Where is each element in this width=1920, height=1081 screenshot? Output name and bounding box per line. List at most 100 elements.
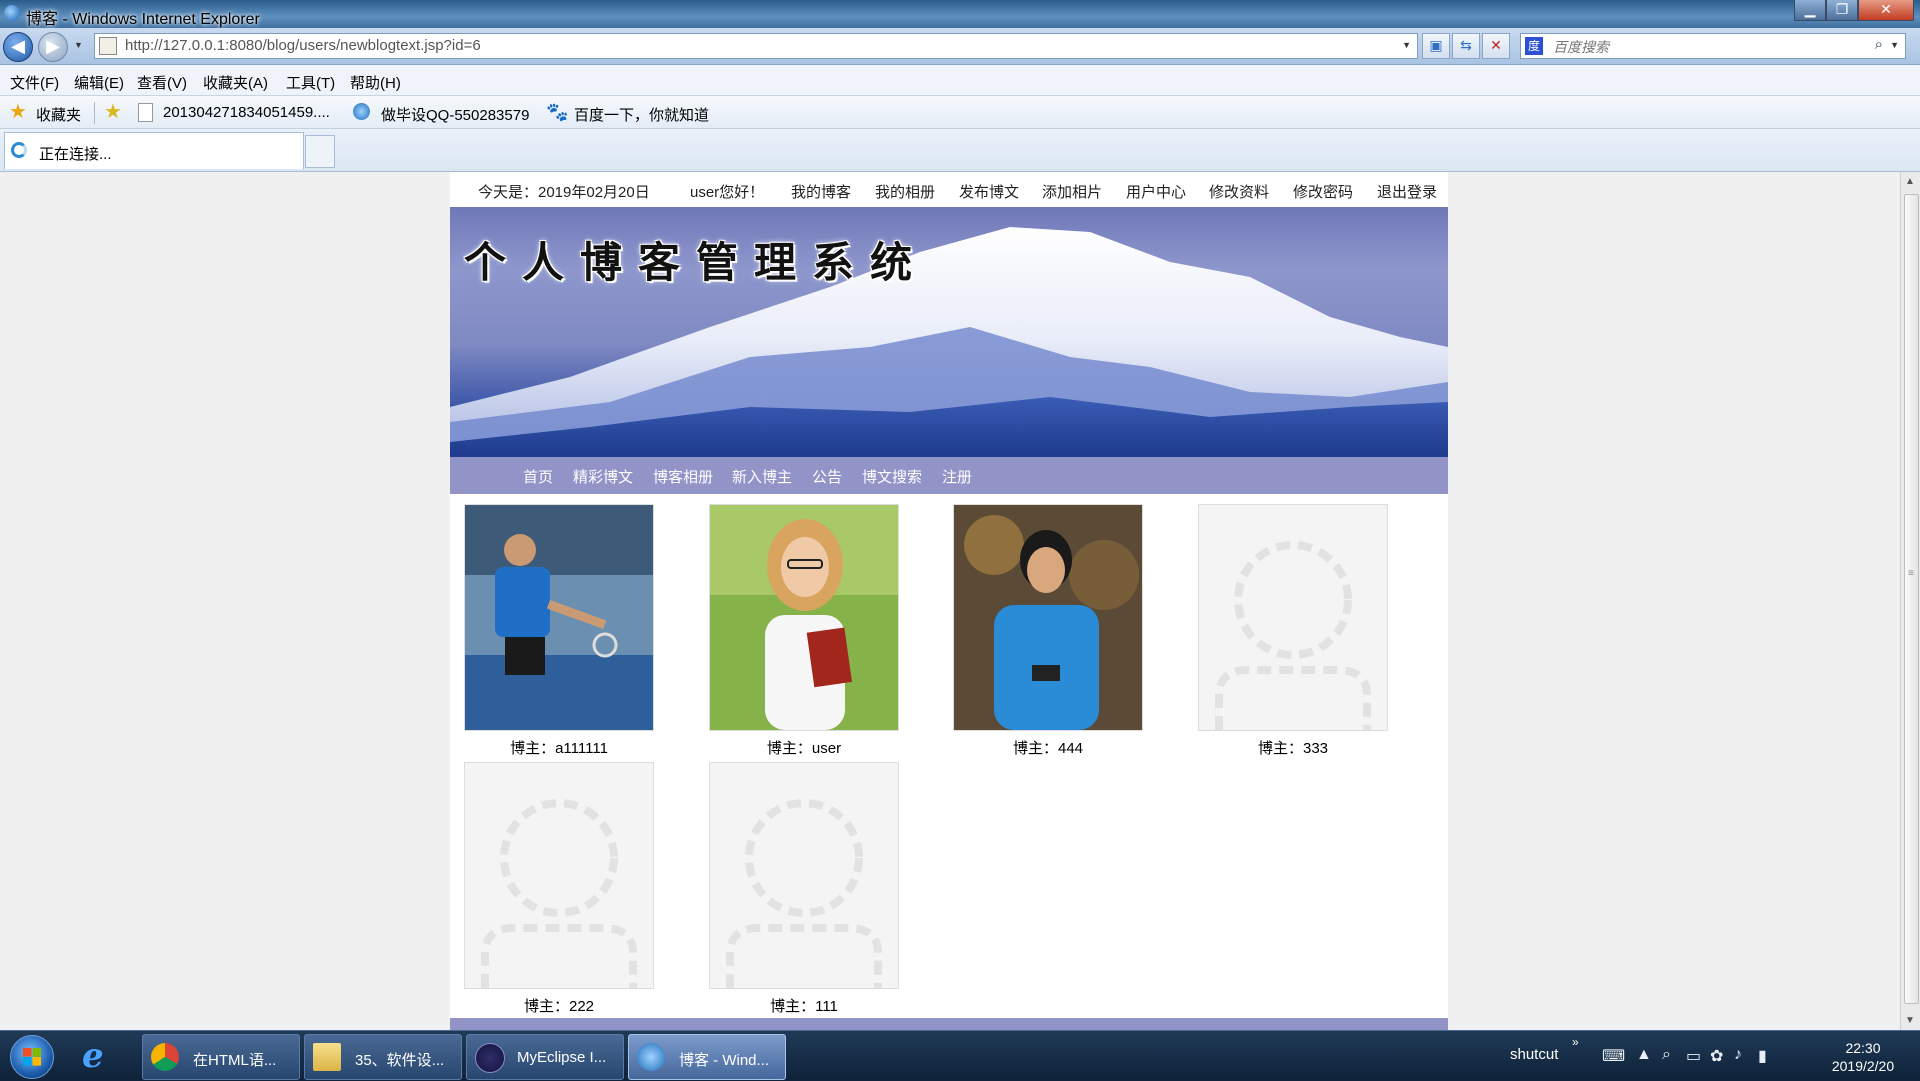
page-icon [99,37,117,55]
url-text[interactable]: http://127.0.0.1:8080/blog/users/newblog… [125,37,481,54]
volume-icon[interactable]: ♪ [1734,1046,1742,1064]
tab-bar: 正在连接... [0,129,1920,172]
nav-change-password[interactable]: 修改密码 [1293,181,1353,202]
vertical-scrollbar[interactable]: ▲ ≡ ▼ [1900,172,1920,1030]
mainnav-announcements[interactable]: 公告 [812,466,842,487]
search-placeholder[interactable]: 百度搜索 [1553,37,1609,57]
nav-my-album[interactable]: 我的相册 [875,181,935,202]
scroll-down-icon[interactable]: ▼ [1905,1015,1915,1026]
badminton-player-photo[interactable] [464,504,654,731]
ie-pinned-icon[interactable]: e [82,1039,118,1073]
favorites-button[interactable]: 收藏夹 [36,104,81,125]
default-avatar[interactable] [464,762,654,989]
clock[interactable]: 22:30 2019/2/20 [1808,1039,1918,1075]
nav-add-photo[interactable]: 添加相片 [1042,181,1102,202]
blogger-card[interactable]: 博主：333 [1198,504,1388,758]
mainnav-post-search[interactable]: 博文搜索 [862,466,922,487]
default-avatar[interactable] [1198,504,1388,731]
ie-icon [637,1043,665,1071]
new-tab-button[interactable] [305,135,335,168]
menu-file[interactable]: 文件(F) [10,72,59,93]
tab-current[interactable]: 正在连接... [4,132,304,169]
user-top-nav: 今天是：2019年02月20日 user您好！ 我的博客 我的相册 发布博文 添… [450,172,1448,207]
young-man-with-phone-photo[interactable] [953,504,1143,731]
nav-user-center[interactable]: 用户中心 [1126,181,1186,202]
windows-taskbar: e 在HTML语... 35、软件设... MyEclipse I... 博客 … [0,1030,1920,1081]
task-label: 35、软件设... [355,1052,445,1069]
main-nav-bar: 首页 精彩博文 博客相册 新入博主 公告 博文搜索 注册 [450,457,1448,494]
favorite-link-1[interactable]: 201304271834051459.... [163,104,330,121]
scroll-up-icon[interactable]: ▲ [1905,176,1915,187]
taskbar-ie[interactable]: 博客 - Wind... [628,1034,786,1080]
blogger-card[interactable]: 博主：222 [464,762,654,1016]
nav-my-blog[interactable]: 我的博客 [791,181,851,202]
search-icon[interactable]: ⌕ [1875,36,1883,53]
site-title: 个人博客管理系统 [464,238,929,287]
minimize-button[interactable]: ▁ [1794,0,1826,21]
refresh-button[interactable]: ⇆ [1452,33,1480,59]
blogger-caption: 博主：333 [1257,740,1329,757]
mainnav-blog-album[interactable]: 博客相册 [653,466,713,487]
mainnav-register[interactable]: 注册 [942,466,972,487]
show-hidden-icons-icon[interactable]: ▲ [1636,1046,1652,1064]
woman-with-books-photo[interactable] [709,504,899,731]
flower-app-icon[interactable]: ✿ [1710,1046,1723,1066]
chrome-icon [151,1043,179,1071]
blogger-card[interactable]: 博主：444 [953,504,1143,758]
keyboard-icon[interactable]: ⌨ [1602,1046,1625,1066]
menu-tools[interactable]: 工具(T) [286,72,335,93]
search-tray-icon[interactable]: ⌕ [1662,1046,1671,1064]
blogger-caption: 博主：444 [1012,740,1084,757]
clock-date: 2019/2/20 [1831,1058,1895,1074]
nav-publish-post[interactable]: 发布博文 [959,181,1019,202]
menu-view[interactable]: 查看(V) [137,72,187,93]
add-favorite-icon[interactable]: ★ [104,102,122,122]
blogger-card[interactable]: 博主：111 [709,762,899,1016]
default-avatar[interactable] [709,762,899,989]
taskbar-myeclipse[interactable]: MyEclipse I... [466,1034,624,1080]
ie-page-icon [353,103,370,120]
menu-favorites[interactable]: 收藏夹(A) [203,72,268,93]
blogger-caption: 博主：222 [523,998,595,1015]
power-icon[interactable]: ▮ [1758,1046,1767,1066]
url-dropdown-icon[interactable]: ▼ [1402,40,1411,50]
nav-edit-profile[interactable]: 修改资料 [1209,181,1269,202]
back-button[interactable]: ◀ [3,32,33,62]
blogger-card[interactable]: 博主：a111111 [464,504,654,758]
compatibility-view-button[interactable]: ▣ [1422,33,1450,59]
taskbar-chrome[interactable]: 在HTML语... [142,1034,300,1080]
baidu-paw-icon: 度 [1525,37,1543,55]
forward-button[interactable]: ▶ [38,32,68,62]
stop-button[interactable]: ✕ [1482,33,1510,59]
start-button[interactable] [10,1035,54,1079]
mainnav-new-bloggers[interactable]: 新入博主 [732,466,792,487]
taskbar-folder[interactable]: 35、软件设... [304,1034,462,1080]
history-dropdown-icon[interactable]: ▼ [74,40,83,50]
blogger-card[interactable]: 博主：user [709,504,899,758]
menu-help[interactable]: 帮助(H) [350,72,401,93]
window-title: 博客 - Windows Internet Explorer [26,11,260,28]
task-label: 在HTML语... [193,1052,277,1069]
folder-icon [313,1043,341,1071]
address-toolbar: ◀ ▶ ▼ http://127.0.0.1:8080/blog/users/n… [0,28,1920,65]
search-box[interactable]: 度 百度搜索 ⌕ ▼ [1520,33,1906,59]
toolbar-label[interactable]: shutcut [1510,1046,1558,1063]
blogger-caption: 博主：user [766,740,842,757]
close-button[interactable]: ✕ [1858,0,1914,21]
favorite-link-2[interactable]: 做毕设QQ-550283579 [381,104,529,125]
scrollbar-thumb[interactable] [1904,194,1919,1004]
windows-logo-icon [23,1048,41,1066]
network-icon[interactable]: ▭ [1686,1046,1701,1066]
favorites-bar: ★ 收藏夹 ★ 201304271834051459.... 做毕设QQ-550… [0,96,1920,129]
favorites-star-icon: ★ [9,101,27,123]
menu-edit[interactable]: 编辑(E) [74,72,124,93]
mainnav-home[interactable]: 首页 [523,466,553,487]
nav-logout[interactable]: 退出登录 [1377,181,1437,202]
address-bar[interactable]: http://127.0.0.1:8080/blog/users/newblog… [94,33,1418,59]
maximize-button[interactable]: ❐ [1826,0,1858,21]
window-title-bar[interactable]: 博客 - Windows Internet Explorer ▁ ❐ ✕ [0,0,1920,28]
search-dropdown-icon[interactable]: ▼ [1890,40,1899,50]
toolbar-expand-icon[interactable]: » [1572,1035,1579,1049]
mainnav-featured-posts[interactable]: 精彩博文 [573,466,633,487]
favorite-link-3[interactable]: 百度一下，你就知道 [574,104,709,125]
